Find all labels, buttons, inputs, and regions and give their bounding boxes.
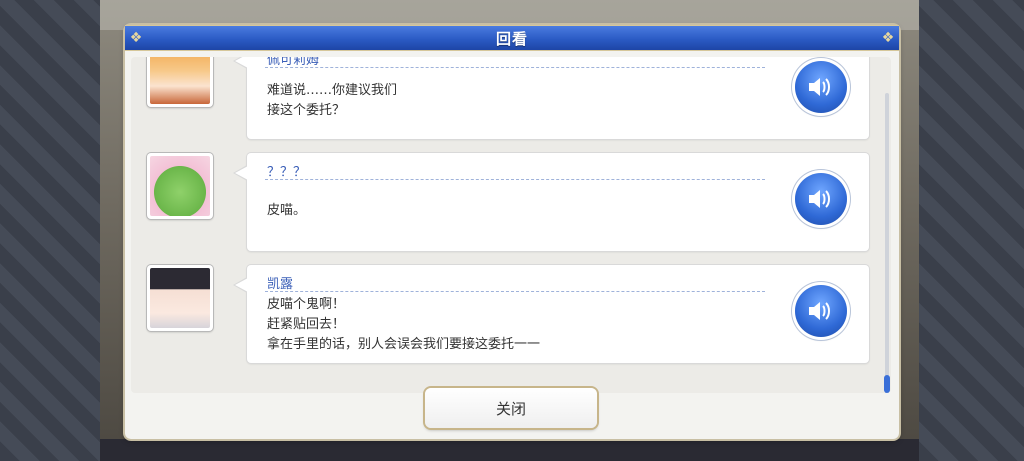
speaker-volume-icon (809, 78, 830, 96)
voice-replay-button[interactable] (795, 285, 847, 337)
scrollbar[interactable] (884, 93, 890, 393)
dialogue-bubble: 佩可莉姆 难道说……你建议我们 接这个委托？ (233, 57, 869, 139)
divider (265, 67, 765, 68)
close-button[interactable]: 关闭 (425, 388, 597, 428)
dialogue-bubble: ？？？ 皮喵。 (233, 153, 869, 251)
ornament-icon: ❖ (129, 30, 143, 46)
divider (265, 179, 765, 180)
ornament-icon: ❖ (881, 30, 895, 46)
speaker-volume-icon (809, 190, 830, 208)
dialogue-line: 皮喵个鬼啊！ (267, 297, 346, 312)
voice-replay-button[interactable] (795, 61, 847, 113)
background-pattern-right (919, 0, 1024, 461)
character-avatar-karyl (147, 265, 213, 331)
speaker-name: 凯露 (267, 277, 294, 292)
log-entry: 凯露 皮喵个鬼啊！ 赶紧贴回去！ 拿在手里的话，别人会误会我们要接这委托一一 (131, 265, 891, 365)
voice-replay-button[interactable] (795, 173, 847, 225)
character-avatar-pecorine (147, 57, 213, 107)
log-entry: ？？？ 皮喵。 (131, 153, 891, 253)
divider (265, 291, 765, 292)
scrollbar-thumb[interactable] (884, 375, 890, 393)
dialogue-line: 皮喵。 (267, 203, 307, 218)
log-list[interactable]: 佩可莉姆 难道说……你建议我们 接这个委托？ ？？？ 皮喵。 凯露 皮喵个鬼啊！… (131, 57, 891, 393)
dialogue-line: 难道说……你建议我们 (267, 83, 398, 98)
dialogue-line: 赶紧贴回去！ (267, 317, 346, 332)
dialogue-bubble: 凯露 皮喵个鬼啊！ 赶紧贴回去！ 拿在手里的话，别人会误会我们要接这委托一一 (233, 265, 869, 363)
speaker-name: ？？？ (267, 165, 307, 180)
dialog-titlebar: ❖ 回看 ❖ (125, 25, 899, 51)
speaker-volume-icon (809, 302, 830, 320)
dialogue-line: 接这个委托？ (267, 103, 346, 118)
log-dialog: ❖ 回看 ❖ 佩可莉姆 难道说……你建议我们 接这个委托？ ？？？ 皮喵。 凯露… (125, 25, 899, 439)
log-entry: 佩可莉姆 难道说……你建议我们 接这个委托？ (131, 57, 891, 141)
dialogue-line: 拿在手里的话，别人会误会我们要接这委托一一 (267, 337, 541, 352)
dialog-title: 回看 (495, 29, 528, 48)
character-avatar-cat-mascot (147, 153, 213, 219)
background-pattern-left (0, 0, 100, 461)
